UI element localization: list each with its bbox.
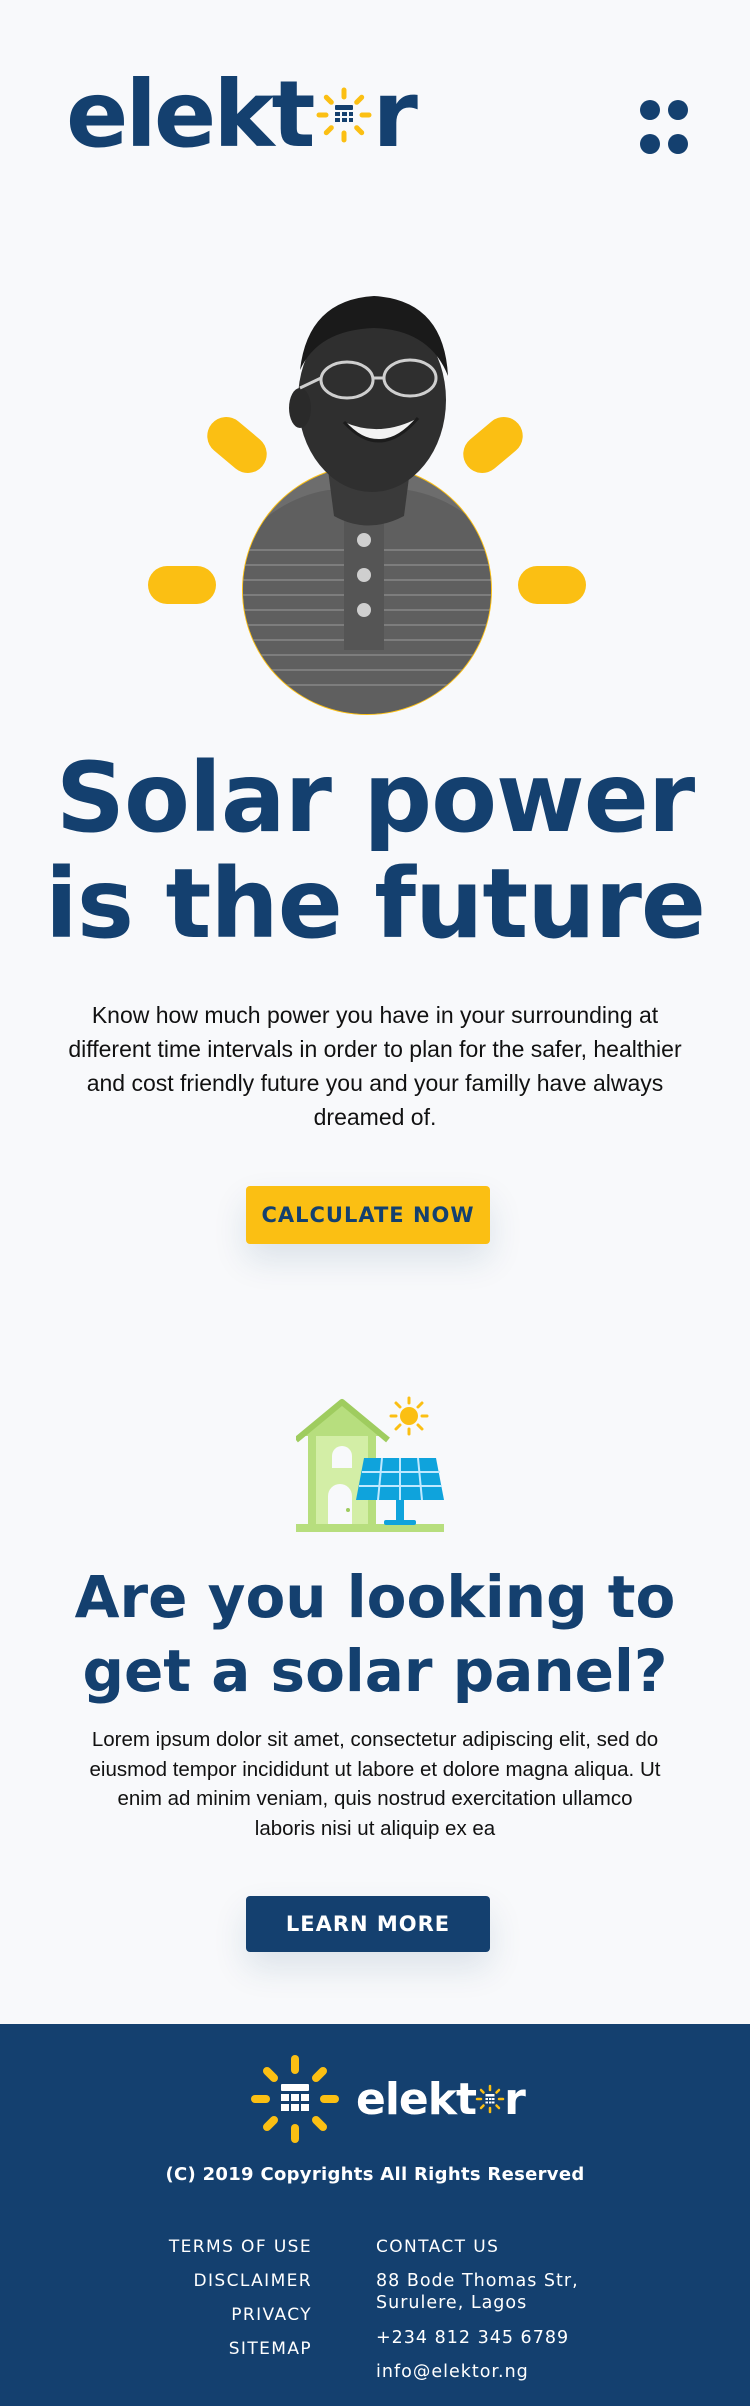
copyright-text: (C) 2019 Copyrights All Rights Reserved bbox=[165, 2164, 585, 2185]
hero-title: Solar power is the future bbox=[0, 745, 750, 957]
sun-calculator-icon bbox=[316, 87, 371, 143]
logo-text-prefix: elekt bbox=[66, 61, 315, 168]
grid-dots-icon bbox=[640, 100, 660, 120]
contact-address-line2: Surulere, Lagos bbox=[376, 2293, 528, 2313]
grid-dot bbox=[640, 134, 660, 154]
logo[interactable]: elekt r bbox=[66, 60, 418, 170]
contact-title: CONTACT US bbox=[376, 2237, 500, 2257]
site-footer: elekt r (C) 2019 Copyrights All Rights R… bbox=[0, 2024, 750, 2406]
sun-calculator-icon bbox=[251, 2055, 339, 2143]
site-header: elekt r bbox=[0, 0, 750, 180]
privacy-link[interactable]: PRIVACY bbox=[169, 2298, 312, 2332]
section-title-line2: get a solar panel? bbox=[82, 1637, 668, 1705]
section-title-line1: Are you looking to bbox=[74, 1563, 676, 1631]
learn-more-button[interactable]: LEARN MORE bbox=[246, 1896, 490, 1952]
section-description: Lorem ipsum dolor sit amet, consectetur … bbox=[89, 1728, 661, 1840]
contact-email[interactable]: info@elektor.ng bbox=[376, 2361, 579, 2383]
logo-text-suffix: r bbox=[372, 61, 418, 168]
disclaimer-link[interactable]: DISCLAIMER bbox=[169, 2264, 312, 2298]
contact-block: CONTACT US 88 Bode Thomas Str, Surulere,… bbox=[376, 2230, 579, 2383]
hero-title-line2: is the future bbox=[44, 848, 706, 960]
footer-logo-suffix: r bbox=[504, 2073, 526, 2125]
menu-button[interactable] bbox=[640, 100, 690, 156]
contact-address-line1: 88 Bode Thomas Str, bbox=[376, 2271, 579, 2291]
footer-links: TERMS OF USE DISCLAIMER PRIVACY SITEMAP bbox=[169, 2230, 312, 2366]
section-title: Are you looking to get a solar panel? bbox=[0, 1560, 750, 1708]
terms-of-use-link[interactable]: TERMS OF USE bbox=[169, 2230, 312, 2264]
hero-title-line1: Solar power bbox=[55, 742, 695, 854]
hero-description: Know how much power you have in your sur… bbox=[68, 1002, 682, 1130]
calculate-now-button[interactable]: CALCULATE NOW bbox=[246, 1186, 490, 1244]
hero-portrait-sun-illustration bbox=[148, 296, 586, 715]
sun-calculator-icon bbox=[475, 2084, 505, 2114]
grid-dot bbox=[668, 134, 688, 154]
footer-logo-prefix: elekt bbox=[356, 2073, 477, 2125]
grid-dot bbox=[668, 100, 688, 120]
house-solar-panel-icon bbox=[296, 1396, 444, 1532]
footer-logo[interactable]: elekt r bbox=[356, 2064, 526, 2134]
sitemap-link[interactable]: SITEMAP bbox=[169, 2332, 312, 2366]
contact-phone[interactable]: +234 812 345 6789 bbox=[376, 2327, 579, 2349]
